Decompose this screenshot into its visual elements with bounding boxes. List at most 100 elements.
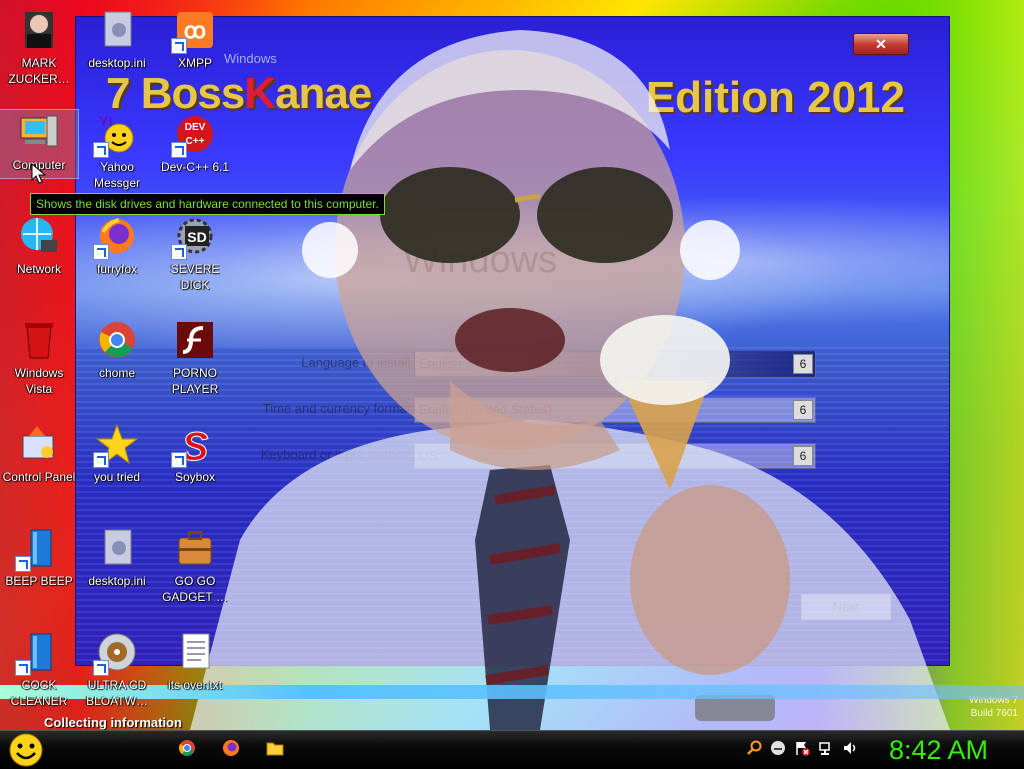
- desktop-icon-its-over[interactable]: its over.txt: [156, 630, 234, 693]
- gold-star-icon: [93, 422, 139, 468]
- desktop-icon-desktop-ini-2[interactable]: desktop.ini: [78, 526, 156, 589]
- desktop-icon-control-panel[interactable]: Control Panel: [0, 422, 78, 485]
- icon-label: GO GO GADGET …: [162, 574, 228, 604]
- start-smiley-button-icon[interactable]: [8, 733, 44, 767]
- setup-edition: Edition 2012: [645, 73, 905, 122]
- collecting-information-status: Collecting information: [44, 715, 182, 730]
- brand-k: K: [244, 69, 276, 118]
- icon-label: BEEP BEEP: [5, 574, 73, 588]
- desktop-icon-cock-cleaner[interactable]: COCK CLEANER: [0, 630, 78, 709]
- mark-zuckerberg-icon: [17, 8, 61, 52]
- time-currency-row: Time and currency format: English (Unite…: [226, 397, 926, 423]
- icon-label: Network: [16, 262, 61, 276]
- mouse-pointer-icon: [31, 162, 47, 184]
- desktop-icon-xmpp[interactable]: ꝏ XMPP: [156, 8, 234, 71]
- desktop[interactable]: Windows 7 BossKanae Edition 2012 ✕ Windo…: [0, 0, 1024, 730]
- tray-search-icon[interactable]: [746, 740, 762, 756]
- shortcut-arrow-icon: [93, 142, 109, 158]
- svg-text:C++: C++: [186, 136, 205, 147]
- desktop-icon-you-tried[interactable]: you tried: [78, 422, 156, 485]
- language-label: Language to install:: [301, 355, 414, 370]
- desktop-icon-soybox[interactable]: S Soybox: [156, 422, 234, 485]
- windows-logo-text: Windows: [403, 239, 558, 281]
- shortcut-arrow-icon: [171, 244, 187, 260]
- shortcut-arrow-icon: [171, 452, 187, 468]
- sd-gear-icon: SD: [171, 214, 217, 260]
- svg-text:DEV: DEV: [185, 122, 206, 133]
- keyboard-select[interactable]: US 6: [414, 443, 816, 469]
- dev-cpp-icon: DEV C++: [171, 112, 217, 158]
- text-file-icon: [173, 630, 217, 674]
- red-s-logo-icon: S: [171, 422, 217, 470]
- shortcut-arrow-icon: [93, 452, 109, 468]
- icon-label: desktop.ini: [88, 574, 146, 588]
- control-panel-icon: [17, 422, 61, 466]
- tray-action-center-flag-icon[interactable]: [794, 740, 810, 756]
- shortcut-arrow-icon: [15, 556, 31, 572]
- shortcut-arrow-icon: [93, 660, 109, 676]
- dropdown-arrow-icon[interactable]: 6: [793, 400, 813, 420]
- tray-network-icon[interactable]: [818, 740, 834, 756]
- svg-text:ꝏ: ꝏ: [184, 18, 206, 43]
- xampp-icon: ꝏ: [171, 8, 217, 54]
- desktop-icon-windows-vista[interactable]: Windows Vista: [0, 318, 78, 397]
- desktop-icon-ultra-cd[interactable]: ULTRA CD BLOATW…: [78, 630, 156, 709]
- language-select[interactable]: English 6: [414, 351, 816, 377]
- language-value: English: [419, 356, 462, 371]
- tray-smiley-icon[interactable]: [770, 740, 786, 756]
- settings-file-icon: [95, 526, 139, 570]
- dropdown-arrow-icon[interactable]: 6: [793, 354, 813, 374]
- icon-label: Soybox: [174, 470, 216, 484]
- close-button[interactable]: ✕: [853, 33, 909, 55]
- blue-book-icon: [15, 630, 61, 676]
- taskbar-firefox-icon[interactable]: [222, 739, 240, 757]
- shortcut-arrow-icon: [171, 142, 187, 158]
- taskbar-clock[interactable]: 8:42 AM: [889, 733, 988, 767]
- shortcut-arrow-icon: [171, 38, 187, 54]
- taskbar-folder-icon[interactable]: [266, 739, 284, 757]
- icon-label: XMPP: [177, 56, 212, 70]
- settings-file-icon: [95, 8, 139, 52]
- icon-label: ULTRA CD BLOATW…: [86, 678, 148, 708]
- icon-label: Dev-C++ 6.1: [160, 160, 230, 174]
- next-button[interactable]: Next: [801, 594, 891, 620]
- shortcut-arrow-icon: [15, 660, 31, 676]
- tray-volume-icon[interactable]: [842, 740, 858, 756]
- time-currency-value: English (United States): [419, 402, 552, 417]
- desktop-icon-beep-beep[interactable]: BEEP BEEP: [0, 526, 78, 589]
- computer-tooltip: Shows the disk drives and hardware conne…: [30, 193, 385, 215]
- shortcut-arrow-icon: [93, 244, 109, 260]
- keyboard-row: Keyboard or input method: US 6: [226, 443, 926, 469]
- yahoo-smiley-icon: Y!: [93, 112, 139, 158]
- dropdown-arrow-icon[interactable]: 6: [793, 446, 813, 466]
- icon-label: chome: [98, 366, 136, 380]
- desktop-icon-yahoo-messenger[interactable]: Y! Yahoo Messger: [78, 112, 156, 191]
- icon-label: MARK ZUCKER…: [8, 56, 70, 86]
- keyboard-value: US: [419, 448, 438, 463]
- desktop-icon-porno-player[interactable]: PORNO PLAYER: [156, 318, 234, 397]
- icon-label: COCK CLEANER: [10, 678, 68, 708]
- cd-disc-icon: [93, 630, 139, 676]
- desktop-icon-severe-dick[interactable]: SD SEVERE DICK: [156, 214, 234, 293]
- icon-label: you tried: [93, 470, 141, 484]
- svg-text:Y!: Y!: [99, 113, 113, 129]
- brand-prefix: 7 Boss: [106, 69, 245, 118]
- briefcase-icon: [173, 526, 217, 570]
- desktop-icon-desktop-ini[interactable]: desktop.ini: [78, 8, 156, 71]
- computer-icon: [17, 110, 61, 154]
- time-currency-select[interactable]: English (United States) 6: [414, 397, 816, 423]
- keyboard-label: Keyboard or input method:: [260, 447, 414, 462]
- desktop-icon-furryfox[interactable]: furryfox: [78, 214, 156, 277]
- chrome-icon: [95, 318, 139, 362]
- desktop-icon-network[interactable]: Network: [0, 214, 78, 277]
- blue-book-icon: [15, 526, 61, 572]
- desktop-icon-dev-cpp[interactable]: DEV C++ Dev-C++ 6.1: [156, 112, 234, 175]
- brand-suffix: anae: [275, 69, 372, 118]
- taskbar-chrome-icon[interactable]: [178, 739, 196, 757]
- icon-label: furryfox: [96, 262, 137, 276]
- desktop-icon-mark-zuckerberg[interactable]: MARK ZUCKER…: [0, 8, 78, 87]
- icon-label: PORNO PLAYER: [171, 366, 219, 396]
- desktop-icon-chome[interactable]: chome: [78, 318, 156, 381]
- desktop-icon-go-go-gadget[interactable]: GO GO GADGET …: [156, 526, 234, 605]
- version-line-2: Build 7601: [970, 708, 1018, 719]
